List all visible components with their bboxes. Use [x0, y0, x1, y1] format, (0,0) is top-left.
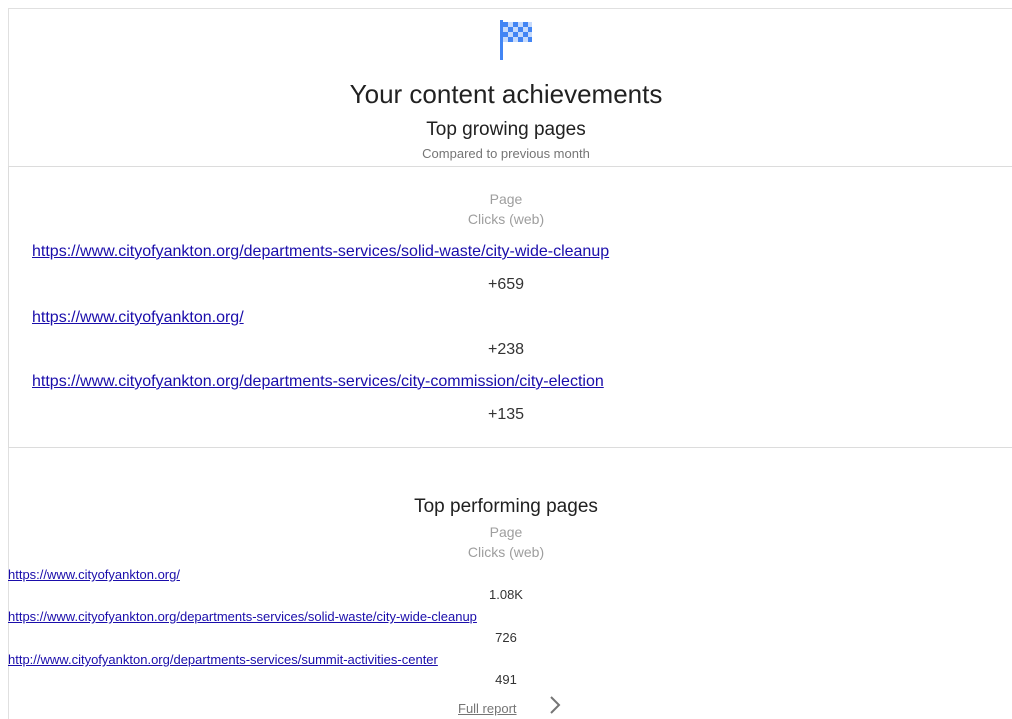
comparison-caption: Compared to previous month	[422, 146, 590, 161]
growing-page-link-2[interactable]: https://www.cityofyankton.org/	[32, 308, 244, 328]
growing-page-clicks-1: +659	[487, 276, 525, 293]
full-report-link[interactable]: Full report	[458, 700, 517, 718]
performing-page-clicks-2: 726	[495, 630, 517, 645]
growing-page-link-1[interactable]: https://www.cityofyankton.org/department…	[32, 242, 609, 262]
growing-page-clicks-2: +238	[487, 341, 525, 358]
top-growing-title: Top growing pages	[426, 119, 586, 140]
column-header-clicks: Clicks (web)	[467, 211, 545, 227]
performing-page-link-2[interactable]: https://www.cityofyankton.org/department…	[8, 609, 477, 625]
top-performing-title: Top performing pages	[414, 496, 598, 517]
performing-page-link-1[interactable]: https://www.cityofyankton.org/	[8, 567, 180, 583]
checkered-flag-icon	[500, 20, 532, 60]
performing-page-clicks-3: 491	[495, 672, 517, 687]
growing-page-link-3[interactable]: https://www.cityofyankton.org/department…	[32, 372, 604, 392]
column-header-page: Page	[489, 524, 523, 540]
growing-page-clicks-3: +135	[487, 406, 525, 423]
report-title: Your content achievements	[349, 79, 663, 109]
email-report-page: Your content achievements Top growing pa…	[0, 0, 1012, 719]
chevron-right-icon[interactable]	[548, 694, 562, 716]
column-header-page: Page	[489, 191, 523, 207]
performing-page-clicks-1: 1.08K	[489, 587, 523, 602]
performing-page-link-3[interactable]: http://www.cityofyankton.org/departments…	[8, 652, 438, 668]
column-header-clicks: Clicks (web)	[467, 544, 545, 560]
